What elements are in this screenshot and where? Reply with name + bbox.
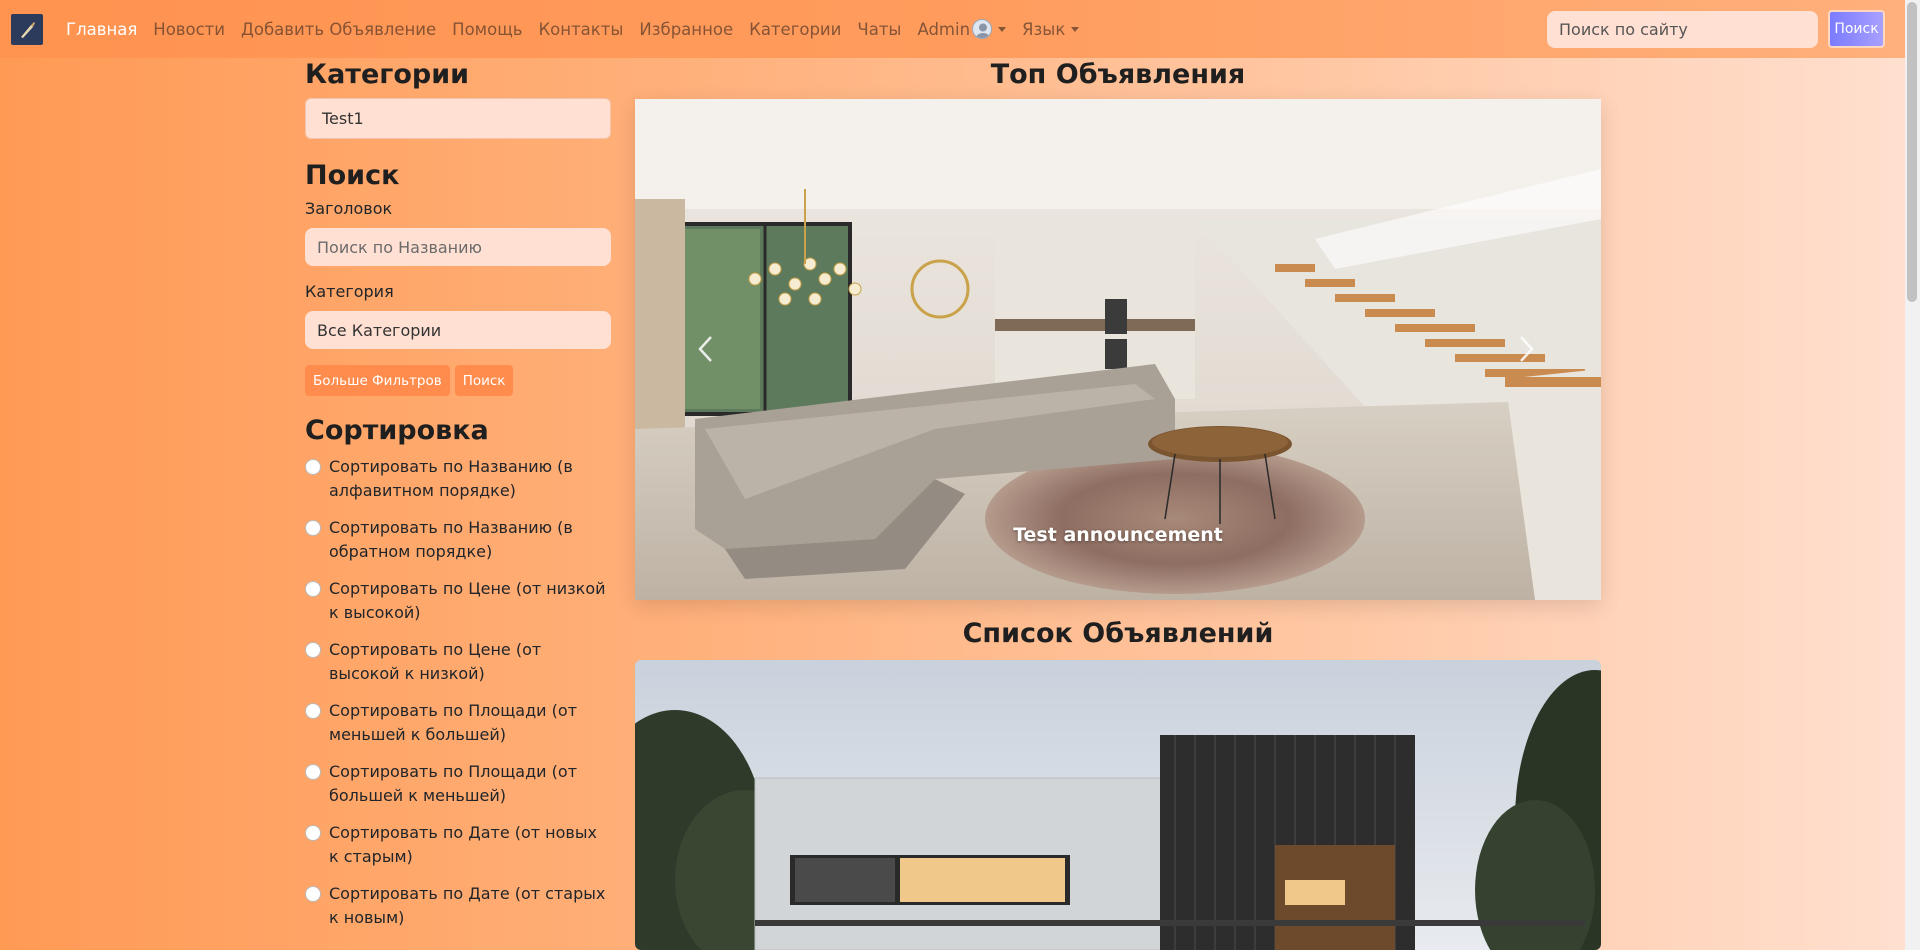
chevron-left-icon: [698, 336, 712, 362]
page-scrollbar[interactable]: [1905, 0, 1920, 950]
announcement-image[interactable]: [635, 660, 1601, 950]
carousel-next-button[interactable]: [1512, 329, 1542, 369]
nav-link-contacts[interactable]: Контакты: [538, 20, 623, 39]
chevron-down-icon: [1071, 26, 1080, 32]
sort-option-label: Сортировать по Названию (в обратном поря…: [329, 518, 573, 561]
sidebar-search-button[interactable]: Поиск: [454, 365, 514, 396]
navbar: Главная Новости Добавить Объявление Помо…: [0, 0, 1920, 58]
category-label: Категория: [305, 282, 394, 301]
carousel-caption[interactable]: Test announcement: [635, 524, 1601, 546]
announcement-card[interactable]: [635, 660, 1601, 950]
chevron-down-icon: [998, 26, 1007, 32]
nav-link-categories[interactable]: Категории: [749, 20, 841, 39]
categories-heading: Категории: [305, 59, 470, 90]
sort-option-area-desc[interactable]: Сортировать по Площади (от большей к мен…: [305, 760, 611, 808]
carousel-prev-button[interactable]: [690, 329, 720, 369]
radio-button[interactable]: [305, 886, 321, 902]
nav-link-news[interactable]: Новости: [153, 20, 225, 39]
top-announcements-carousel[interactable]: Test announcement: [635, 99, 1601, 600]
category-item[interactable]: Test1: [305, 98, 611, 139]
sort-option-date-old[interactable]: Сортировать по Дате (от старых к новым): [305, 882, 611, 930]
nav-link-favorites[interactable]: Избранное: [639, 20, 733, 39]
announcements-list-heading: Список Объявлений: [962, 618, 1274, 649]
radio-button[interactable]: [305, 642, 321, 658]
avatar-icon: [972, 19, 993, 39]
sort-option-label: Сортировать по Дате (от старых к новым): [329, 884, 606, 927]
chevron-right-icon: [1520, 336, 1534, 362]
radio-button[interactable]: [305, 825, 321, 841]
category-select-value: Все Категории: [317, 320, 442, 340]
nav-link-add-announcement[interactable]: Добавить Объявление: [241, 20, 436, 39]
sort-option-label: Сортировать по Названию (в алфавитном по…: [329, 457, 573, 500]
sort-option-label: Сортировать по Дате (от новых к старым): [329, 823, 597, 866]
site-search-input[interactable]: Поиск по сайту: [1547, 11, 1818, 48]
site-search-placeholder: Поиск по сайту: [1559, 20, 1688, 39]
language-label: Язык: [1022, 19, 1066, 39]
sort-option-label: Сортировать по Площади (от меньшей к бол…: [329, 701, 578, 744]
category-select[interactable]: Все Категории: [305, 311, 611, 349]
radio-button[interactable]: [305, 459, 321, 475]
main-content: Топ Объявления Test announcement Список …: [635, 58, 1601, 950]
logo-icon[interactable]: [11, 14, 43, 45]
language-menu[interactable]: Язык: [1022, 19, 1080, 39]
nav-link-help[interactable]: Помощь: [452, 20, 522, 39]
sort-option-area-asc[interactable]: Сортировать по Площади (от меньшей к бол…: [305, 699, 611, 747]
radio-button[interactable]: [305, 703, 321, 719]
title-search-input[interactable]: Поиск по Названию: [305, 228, 611, 266]
top-announcements-heading: Топ Объявления: [990, 59, 1246, 90]
nav-link-home[interactable]: Главная: [66, 20, 137, 39]
user-menu[interactable]: Admin: [917, 19, 1007, 39]
radio-button[interactable]: [305, 581, 321, 597]
nav-link-chats[interactable]: Чаты: [857, 20, 901, 39]
sort-option-title-asc[interactable]: Сортировать по Названию (в алфавитном по…: [305, 455, 611, 503]
more-filters-button[interactable]: Больше Фильтров: [305, 365, 450, 396]
title-search-placeholder: Поиск по Названию: [317, 237, 483, 257]
site-search-button[interactable]: Поиск: [1828, 10, 1885, 48]
category-item-label: Test1: [322, 109, 364, 128]
sort-option-label: Сортировать по Цене (от низкой к высокой…: [329, 579, 606, 622]
search-heading: Поиск: [305, 160, 400, 191]
radio-button[interactable]: [305, 764, 321, 780]
sort-option-label: Сортировать по Площади (от большей к мен…: [329, 762, 578, 805]
sort-option-price-asc[interactable]: Сортировать по Цене (от низкой к высокой…: [305, 577, 611, 625]
nav-links: Главная Новости Добавить Объявление Помо…: [66, 0, 1095, 58]
sort-heading: Сортировка: [305, 415, 489, 446]
filter-buttons: Больше Фильтров Поиск: [305, 365, 611, 396]
title-label: Заголовок: [305, 199, 393, 218]
sort-option-date-new[interactable]: Сортировать по Дате (от новых к старым): [305, 821, 611, 869]
sort-option-title-desc[interactable]: Сортировать по Названию (в обратном поря…: [305, 516, 611, 564]
radio-button[interactable]: [305, 520, 321, 536]
scrollbar-thumb[interactable]: [1907, 2, 1917, 302]
sort-options: Сортировать по Названию (в алфавитном по…: [305, 455, 611, 930]
sidebar: Категории Test1 Поиск Заголовок Поиск по…: [305, 58, 611, 930]
user-name: Admin: [917, 19, 971, 39]
sort-option-label: Сортировать по Цене (от высокой к низкой…: [329, 640, 542, 683]
sort-option-price-desc[interactable]: Сортировать по Цене (от высокой к низкой…: [305, 638, 611, 686]
